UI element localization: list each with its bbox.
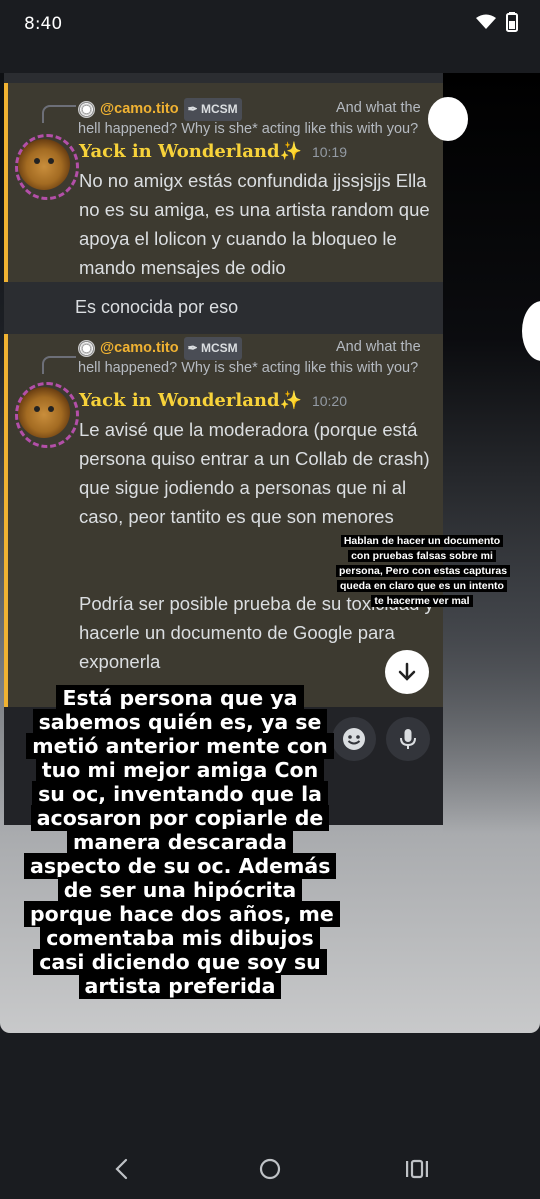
status-bar: 8:40: [0, 0, 540, 48]
message-body: No no amigx estás confundida jjssjsjjs E…: [79, 170, 430, 278]
reply-connector: [42, 356, 76, 374]
reply-text: And what the hell happened? Why is she* …: [78, 339, 421, 376]
jump-to-bottom-button[interactable]: [385, 650, 429, 694]
reply-text: And what the hell happened? Why is she* …: [78, 100, 421, 137]
edge-handle[interactable]: [428, 97, 468, 141]
author-line: Yack in Wonderland✨ 10:20: [79, 390, 347, 411]
reply-connector: [42, 105, 76, 123]
caption-main: Está persona que ya sabemos quién es, ya…: [24, 685, 340, 999]
navigation-bar: [0, 1138, 540, 1199]
wifi-icon: [476, 14, 496, 35]
author-line: Yack in Wonderland✨ 10:19: [79, 141, 347, 162]
author-name[interactable]: Yack in Wonderland✨: [79, 141, 302, 162]
story-card[interactable]: @camo.tito ✒ MCSM And what the hell happ…: [0, 73, 540, 1033]
arrow-down-icon: [398, 662, 416, 681]
recents-icon[interactable]: [405, 1158, 429, 1185]
emoji-button[interactable]: [332, 717, 376, 761]
author-name[interactable]: Yack in Wonderland✨: [79, 390, 302, 411]
voice-message-button[interactable]: [386, 717, 430, 761]
battery-icon: [506, 12, 518, 37]
back-icon[interactable]: [112, 1158, 132, 1185]
emoji-icon: [343, 728, 365, 750]
followup-message: Es conocida por eso: [4, 282, 443, 334]
message-body: Le avisé que la moderadora (porque está …: [79, 419, 430, 527]
status-time: 8:40: [24, 14, 63, 34]
author-avatar[interactable]: [15, 382, 79, 448]
followup-text: Es conocida por eso: [75, 297, 239, 317]
microphone-icon: [400, 729, 416, 749]
message-timestamp: 10:20: [311, 393, 347, 409]
status-icons: [476, 12, 518, 37]
highlighted-message: @camo.tito ✒ MCSM And what the hell happ…: [4, 83, 443, 282]
caption-small: Hablan de hacer un documento con pruebas…: [336, 534, 511, 609]
highlighted-message: @camo.tito ✒ MCSM And what the hell happ…: [4, 334, 443, 707]
author-avatar[interactable]: [15, 134, 79, 200]
home-icon[interactable]: [259, 1158, 281, 1185]
story-background-shade: [443, 73, 540, 833]
message-timestamp: 10:19: [311, 144, 347, 160]
